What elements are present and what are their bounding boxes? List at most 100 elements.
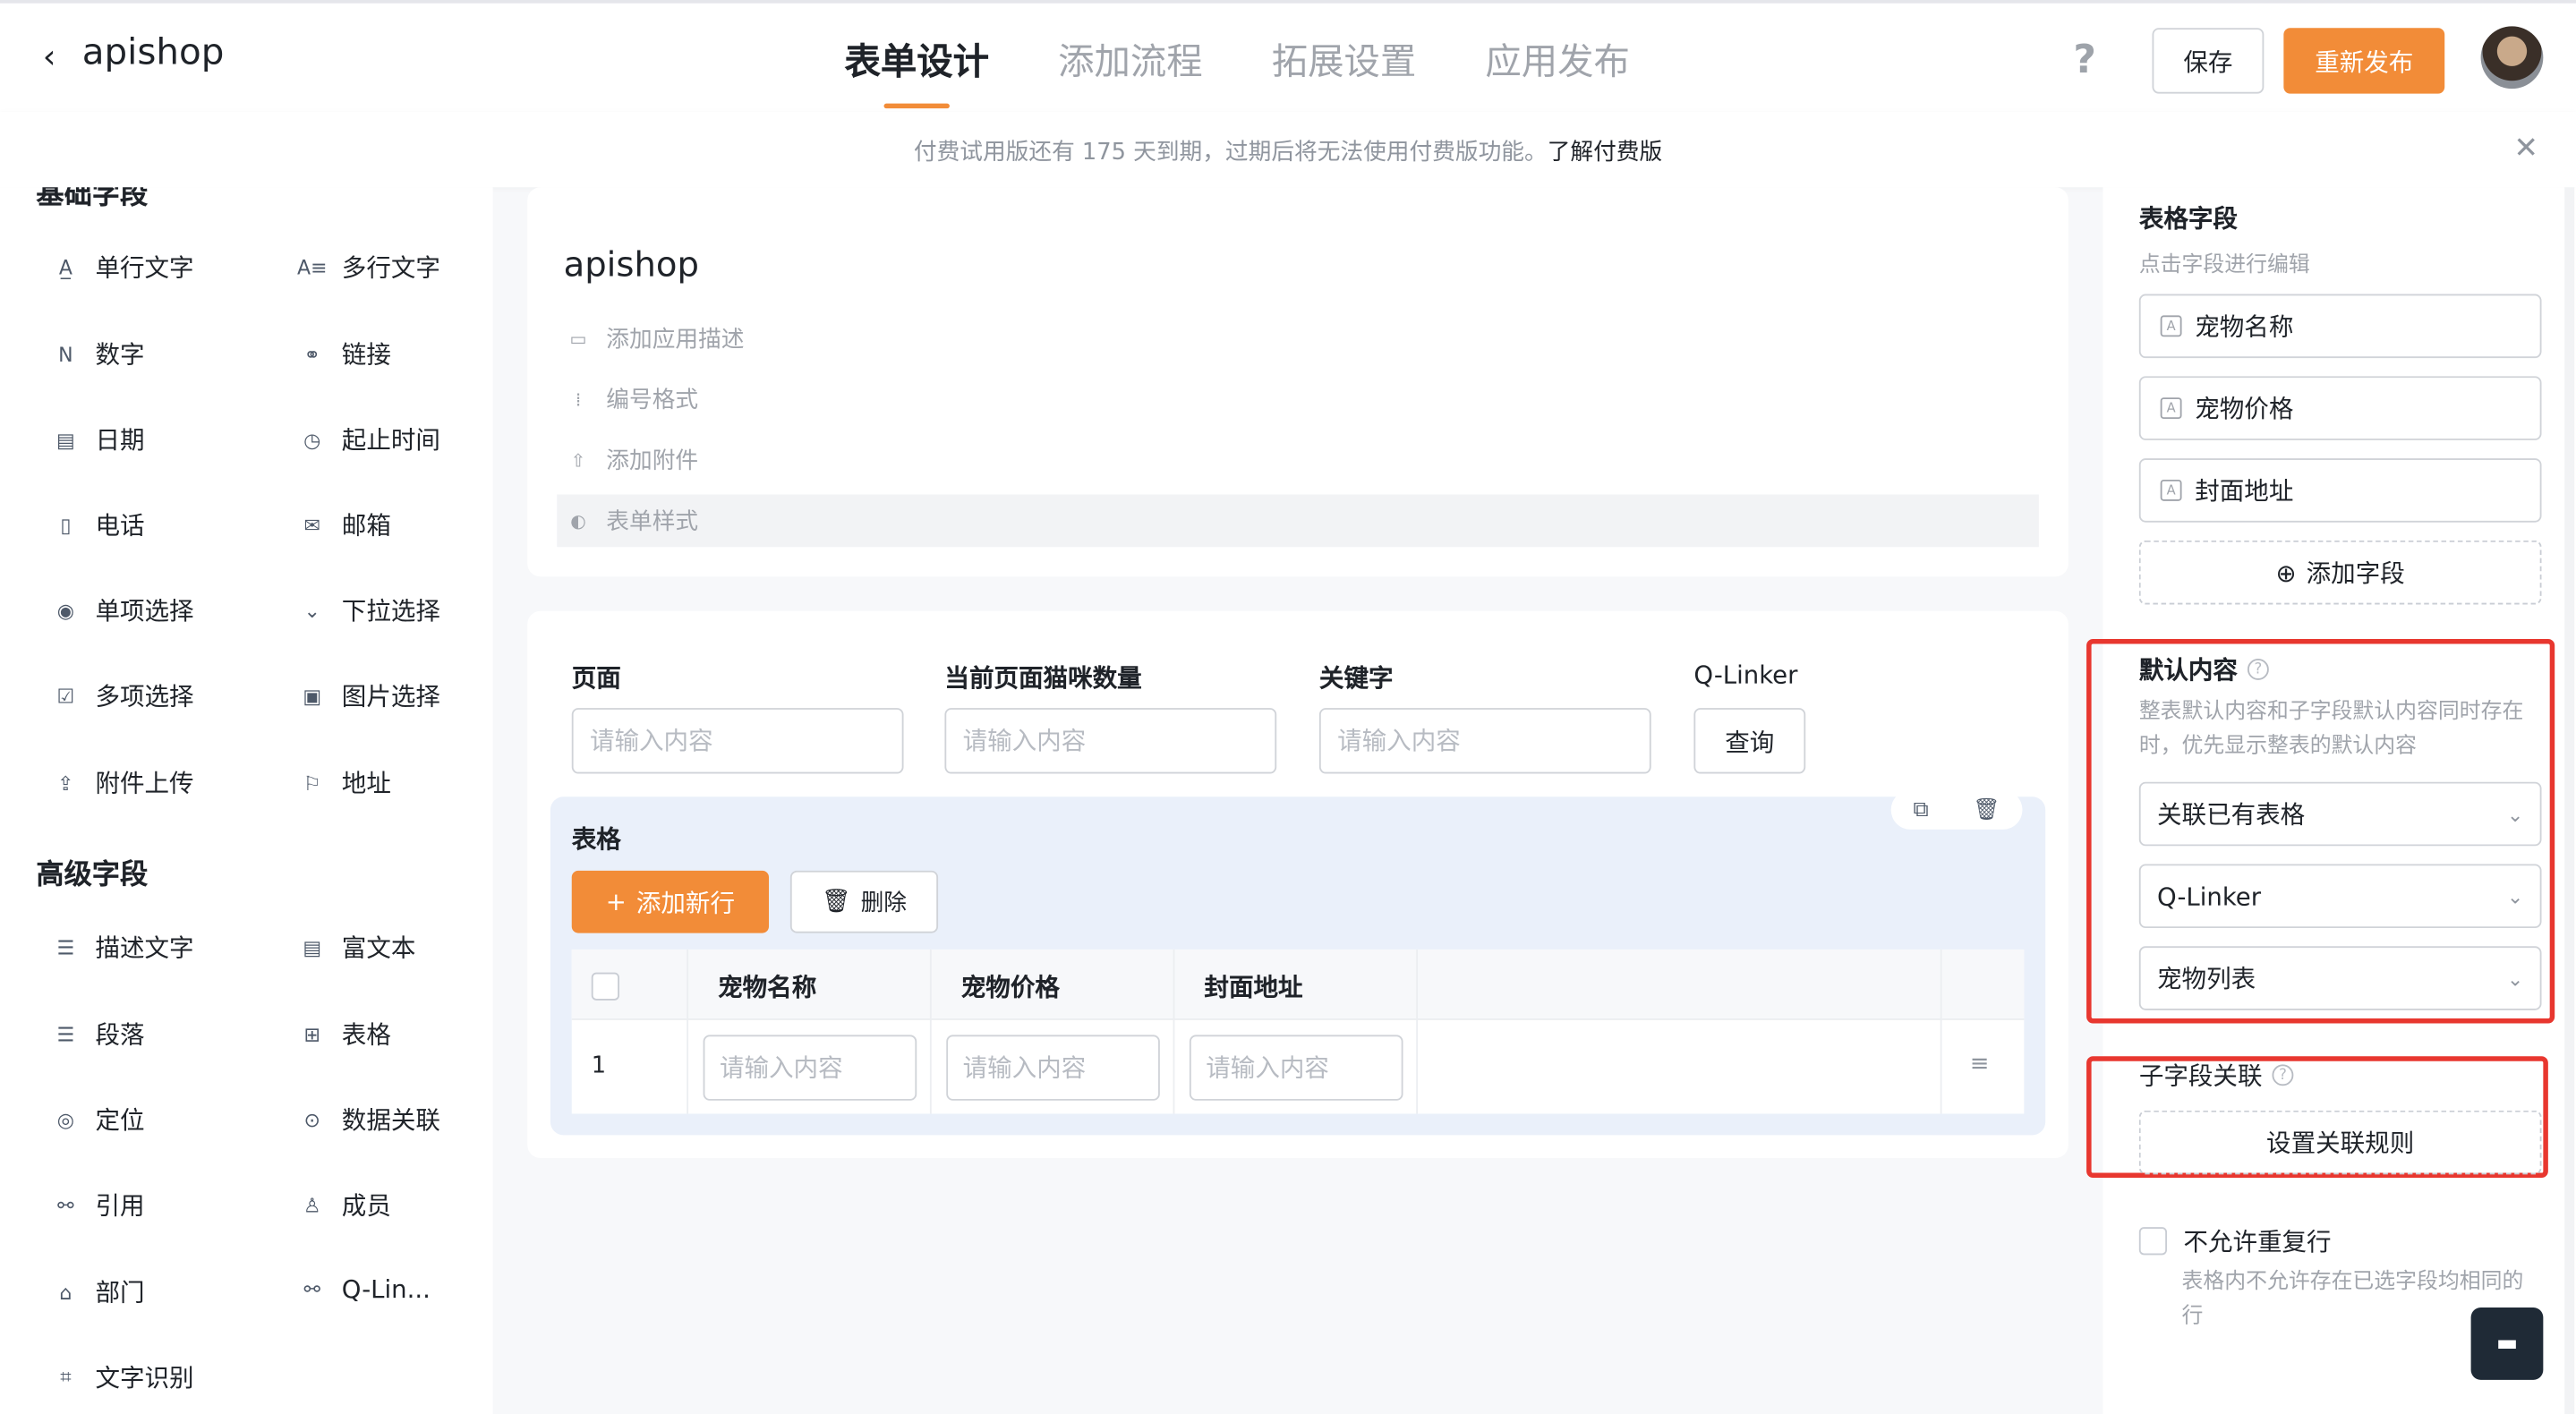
no-duplicate-checkbox[interactable] bbox=[2138, 1227, 2168, 1256]
chat-icon[interactable]: ▬ bbox=[2470, 1308, 2544, 1380]
banner-link[interactable]: 了解付费版 bbox=[1548, 140, 1662, 166]
field-q-linker[interactable]: ⚯ Q-Lin... bbox=[299, 1274, 431, 1304]
radio-icon: ◉ bbox=[56, 599, 75, 622]
tab-add-flow[interactable]: 添加流程 bbox=[1058, 33, 1203, 118]
field-phone[interactable]: ▯ 电话 bbox=[53, 507, 145, 542]
tab-form-design[interactable]: 表单设计 bbox=[844, 33, 989, 118]
field-address[interactable]: ⚐ 地址 bbox=[299, 765, 391, 800]
trash-icon[interactable]: 🗑 bbox=[1973, 797, 2000, 822]
sub-field-link-label: 子字段关联? bbox=[2139, 1058, 2294, 1093]
field-label: 多项选择 bbox=[95, 681, 194, 711]
basic-fields-title: 基础字段 bbox=[36, 187, 149, 212]
field-data-link[interactable]: ⊙ 数据关联 bbox=[299, 1103, 440, 1137]
delete-button[interactable]: 🗑 删除 bbox=[789, 870, 939, 933]
q-linker-icon: ⚯ bbox=[303, 1278, 320, 1301]
cat-count-input[interactable] bbox=[944, 708, 1277, 774]
sub-field-link-text: 子字段关联 bbox=[2138, 1060, 2263, 1091]
table-field-item[interactable]: A 宠物价格 bbox=[2138, 376, 2542, 440]
field-date[interactable]: ▤ 日期 bbox=[53, 422, 145, 457]
table-title: 表格 bbox=[571, 824, 621, 855]
chevron-left-icon[interactable]: ‹ bbox=[30, 36, 69, 75]
add-row-button[interactable]: + 添加新行 bbox=[571, 870, 770, 933]
save-button[interactable]: 保存 bbox=[2152, 28, 2265, 94]
help-icon[interactable]: ? bbox=[2247, 659, 2269, 680]
table-field-item[interactable]: A 宠物名称 bbox=[2138, 294, 2542, 359]
field-single-select[interactable]: ◉ 单项选择 bbox=[53, 593, 194, 628]
field-multi-select[interactable]: ☑ 多项选择 bbox=[53, 678, 194, 713]
field-location[interactable]: ◎ 定位 bbox=[53, 1103, 145, 1137]
field-table[interactable]: ⊞ 表格 bbox=[299, 1017, 391, 1052]
keyword-input[interactable] bbox=[1318, 708, 1651, 774]
field-image-select[interactable]: ▣ 图片选择 bbox=[299, 678, 440, 713]
field-department[interactable]: ⌂ 部门 bbox=[53, 1274, 144, 1309]
advanced-fields-title: 高级字段 bbox=[36, 858, 149, 892]
add-field-button[interactable]: ⊕ 添加字段 bbox=[2138, 540, 2542, 605]
banner-text: 付费试用版还有 175 天到期，过期后将无法使用付费版功能。了解付费版 bbox=[0, 135, 2576, 168]
field-label: 多行文字 bbox=[341, 252, 440, 283]
row-number: 1 bbox=[591, 1052, 607, 1079]
field-label: 地址 bbox=[341, 769, 391, 799]
page-input[interactable] bbox=[571, 708, 904, 774]
field-ocr[interactable]: ⌗ 文字识别 bbox=[53, 1360, 194, 1395]
avatar[interactable] bbox=[2480, 26, 2544, 89]
department-icon: ⌂ bbox=[59, 1280, 73, 1304]
field-reference[interactable]: ⚯ 引用 bbox=[53, 1188, 144, 1222]
source-table-select[interactable]: 宠物列表 ⌄ bbox=[2138, 946, 2542, 1010]
form-style[interactable]: ◐ 表单样式 bbox=[557, 494, 2039, 548]
field-label: 邮箱 bbox=[341, 510, 391, 541]
row-detail-icon[interactable]: ≡ bbox=[1970, 1052, 1990, 1078]
field-rich-text[interactable]: ▤ 富文本 bbox=[299, 930, 415, 965]
form-title[interactable]: apishop bbox=[564, 244, 699, 284]
banner-message: 付费试用版还有 175 天到期，过期后将无法使用付费版功能。 bbox=[913, 140, 1548, 166]
table-field-item[interactable]: A 封面地址 bbox=[2138, 458, 2542, 523]
pet-price-cell-input[interactable] bbox=[946, 1035, 1160, 1101]
query-button[interactable]: 查询 bbox=[1693, 708, 1806, 774]
field-single-line-text[interactable]: A̲ 单行文字 bbox=[53, 250, 194, 285]
text-field-icon: A bbox=[2160, 315, 2182, 337]
field-attachment[interactable]: ⇪ 附件上传 bbox=[53, 765, 194, 800]
field-number[interactable]: N 数字 bbox=[53, 336, 144, 371]
tab-extension-settings[interactable]: 拓展设置 bbox=[1272, 33, 1417, 118]
field-dropdown[interactable]: ⌄ 下拉选择 bbox=[299, 593, 440, 628]
table-field-label: 宠物名称 bbox=[2195, 311, 2294, 342]
add-description[interactable]: ▭ 添加应用描述 bbox=[557, 312, 2039, 365]
numbering-format[interactable]: ⁞ 编号格式 bbox=[557, 373, 2039, 426]
field-palette: 基础字段 A̲ 单行文字 A≡ 多行文字 N 数字 ⚭ 链接 ▤ 日期 ◷ 起止时间 ▯ 电话… bbox=[0, 187, 493, 1414]
source-app-select[interactable]: Q-Linker ⌄ bbox=[2138, 864, 2542, 929]
table-block[interactable]: ⧉ 🗑 表格 + 添加新行 🗑 删除 宠物名称 宠物价格 封面地址 1 请输入内… bbox=[550, 789, 2046, 1136]
field-member[interactable]: ♙ 成员 bbox=[299, 1188, 391, 1222]
no-duplicate-rows-option[interactable]: 不允许重复行 bbox=[2138, 1223, 2332, 1258]
field-label: 日期 bbox=[95, 425, 145, 456]
field-email[interactable]: ✉ 邮箱 bbox=[299, 507, 391, 542]
tab-app-publish[interactable]: 应用发布 bbox=[1485, 33, 1630, 118]
default-content-desc: 整表默认内容和子字段默认内容同时存在时，优先显示整表的默认内容 bbox=[2138, 699, 2524, 760]
select-all-checkbox[interactable] bbox=[591, 972, 619, 1001]
numbering-icon: ⁞ bbox=[575, 388, 582, 410]
trash-icon: 🗑 bbox=[821, 889, 851, 916]
republish-button[interactable]: 重新发布 bbox=[2283, 28, 2445, 94]
multi-line-text-icon: A≡ bbox=[296, 255, 328, 279]
dropdown-icon: ⌄ bbox=[303, 599, 320, 622]
help-icon[interactable]: ? bbox=[2073, 36, 2096, 81]
cover-url-cell-input[interactable] bbox=[1189, 1035, 1403, 1101]
copy-icon[interactable]: ⧉ bbox=[1914, 797, 1929, 822]
field-description[interactable]: ☰ 描述文字 bbox=[53, 930, 194, 965]
help-icon[interactable]: ? bbox=[2272, 1064, 2294, 1086]
field-multi-line-text[interactable]: A≡ 多行文字 bbox=[296, 250, 440, 285]
field-paragraph[interactable]: ☰ 段落 bbox=[53, 1017, 145, 1052]
app-root: ‹ apishop 表单设计 添加流程 拓展设置 应用发布 ? 保存 重新发布 … bbox=[0, 0, 2576, 1414]
pet-name-cell-input[interactable] bbox=[703, 1035, 917, 1101]
form-body-card: 页面 当前页面猫咪数量 关键字 Q-Linker 查询 ⧉ 🗑 表格 + 添加新行… bbox=[527, 610, 2068, 1159]
add-row-label: 添加新行 bbox=[635, 888, 736, 918]
field-time-range[interactable]: ◷ 起止时间 bbox=[299, 422, 440, 457]
field-link[interactable]: ⚭ 链接 bbox=[299, 336, 391, 371]
close-icon[interactable]: ✕ bbox=[2513, 132, 2538, 166]
address-icon: ⚐ bbox=[303, 771, 321, 795]
add-attachment[interactable]: ⇧ 添加附件 bbox=[557, 434, 2039, 487]
scrollbar[interactable] bbox=[2564, 187, 2575, 1414]
field-label: 电话 bbox=[95, 510, 145, 541]
field-label: 表格 bbox=[341, 1019, 391, 1050]
properties-panel: 表格字段 点击字段进行编辑 A 宠物名称 A 宠物价格 A 封面地址 ⊕ 添加字段 默认… bbox=[2086, 187, 2576, 1414]
set-link-rule-button[interactable]: 设置关联规则 bbox=[2138, 1110, 2542, 1175]
source-type-select[interactable]: 关联已有表格 ⌄ bbox=[2138, 781, 2542, 847]
